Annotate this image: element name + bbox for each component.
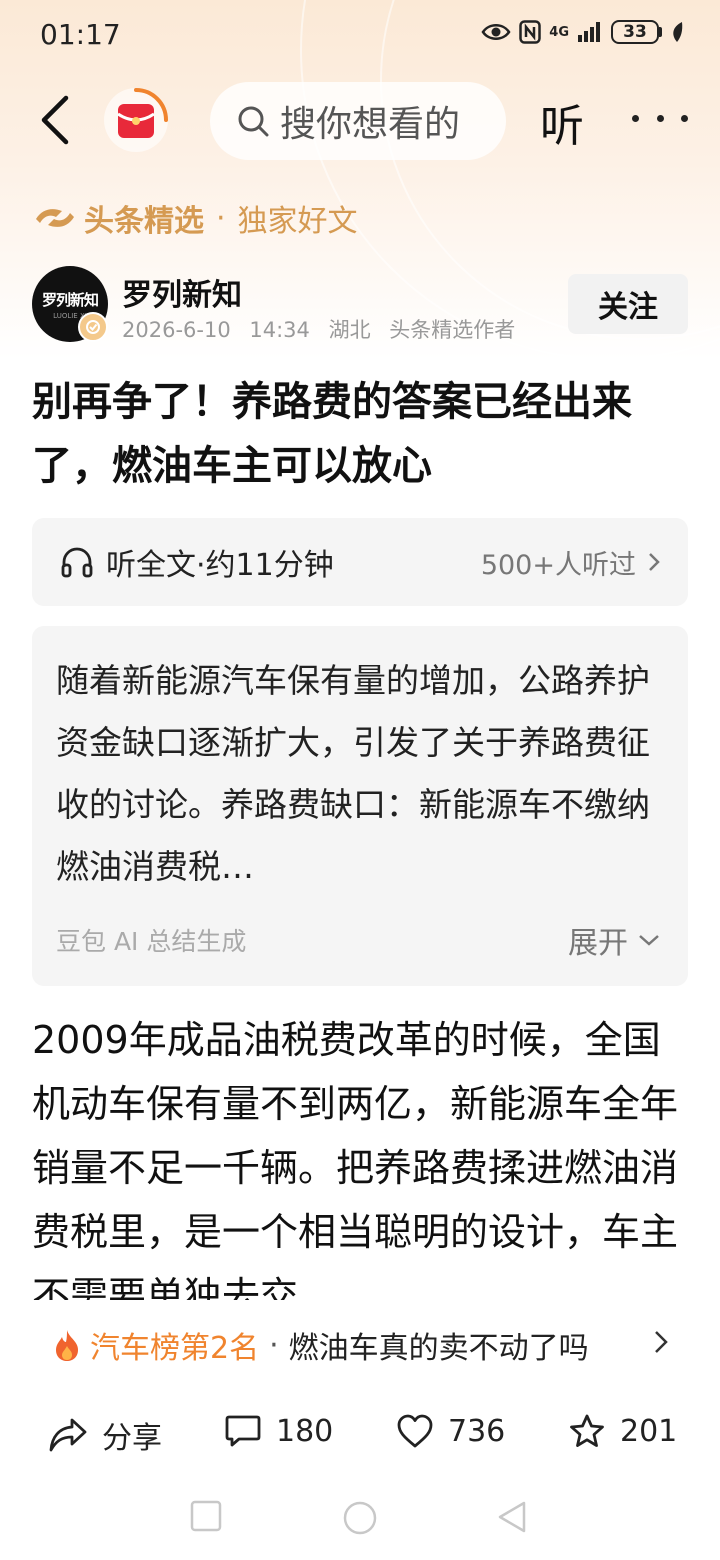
nfc-icon (519, 20, 542, 44)
like-count: 736 (448, 1413, 506, 1449)
toutiao-select-icon (36, 209, 74, 227)
ranking-separator: · (269, 1327, 279, 1363)
status-bar: 01:17 4G 33 (0, 0, 720, 70)
signal-icon (578, 22, 600, 42)
leaf-icon (673, 22, 683, 42)
summary-text: 随着新能源汽车保有量的增加，公路养护资金缺口逐渐扩大，引发了关于养路费征收的讨论… (56, 661, 650, 886)
chevron-right-icon (655, 1331, 668, 1353)
home-button[interactable] (342, 1500, 378, 1536)
listen-count-text: 500+人听过 (480, 549, 636, 581)
author-role: 头条精选作者 (389, 318, 516, 342)
listen-label: 听全文·约11分钟 (106, 548, 334, 583)
listen-full-text-card[interactable]: 听全文·约11分钟 500+人听过 (32, 518, 688, 606)
app-logo-button[interactable] (100, 84, 172, 156)
article-body: 2009年成品油税费改革的时候，全国机动车保有量不到两亿，新能源车全年销量不足一… (32, 1018, 679, 1300)
back-button[interactable] (30, 90, 80, 150)
comment-count: 180 (276, 1413, 334, 1449)
ranking-topic: 燃油车真的卖不动了吗 (288, 1331, 589, 1366)
eye-icon (481, 24, 511, 40)
headphones-icon (61, 547, 93, 578)
action-bar: 分享 180 736 201 (0, 1395, 720, 1475)
ranking-banner[interactable]: 汽车榜第2名 · 燃油车真的卖不动了吗 (0, 1300, 720, 1390)
star-icon (570, 1414, 604, 1447)
heart-icon (397, 1414, 433, 1448)
ranking-title: 汽车榜第2名 (90, 1331, 260, 1366)
red-packet-icon (104, 88, 168, 152)
location: 湖北 (328, 318, 371, 342)
share-button[interactable]: 分享 (48, 1413, 162, 1457)
channel-separator: · (216, 200, 226, 236)
listen-button[interactable]: 听 (540, 90, 584, 154)
status-time: 01:17 (40, 18, 121, 51)
status-icons: 4G 33 (481, 20, 684, 44)
publish-date: 2026-6-10 (122, 318, 231, 342)
chevron-left-icon (41, 95, 69, 145)
avatar-text: 罗列新知 (41, 290, 99, 309)
channel-brand: 头条精选 (84, 204, 204, 239)
channel-label[interactable]: 头条精选 · 独家好文 (32, 196, 358, 240)
nav-bar: 搜你想看的 听 (0, 80, 720, 160)
more-dot-icon (656, 114, 664, 122)
channel-subtitle: 独家好文 (237, 204, 358, 239)
more-button[interactable] (632, 98, 688, 138)
verified-badge-icon (78, 312, 108, 342)
favorite-count: 201 (620, 1413, 678, 1449)
article-title: 别再争了！养路费的答案已经出来了，燃油车主可以放心 (32, 379, 632, 489)
search-placeholder: 搜你想看的 (280, 104, 461, 145)
battery-indicator: 33 (611, 20, 662, 44)
chevron-down-icon (639, 935, 659, 946)
expand-label: 展开 (568, 926, 628, 961)
search-input[interactable]: 搜你想看的 (210, 82, 506, 160)
publish-time: 14:34 (249, 318, 310, 342)
favorite-button[interactable]: 201 (568, 1413, 677, 1449)
battery-level: 33 (611, 20, 659, 44)
listen-count: 500+人听过 (481, 543, 660, 582)
share-icon (49, 1418, 87, 1452)
system-navigation-bar (0, 1480, 720, 1560)
follow-button[interactable]: 关注 (568, 274, 688, 334)
like-button[interactable]: 736 (396, 1413, 505, 1449)
network-type: 4G (549, 24, 569, 40)
share-label: 分享 (102, 1421, 162, 1456)
ai-summary-card: 随着新能源汽车保有量的增加，公路养护资金缺口逐渐扩大，引发了关于养路费征收的讨论… (32, 626, 688, 986)
expand-summary-button[interactable]: 展开 (568, 918, 660, 962)
recent-apps-button[interactable] (190, 1500, 222, 1532)
comment-icon (225, 1415, 261, 1447)
more-dot-icon (681, 114, 688, 122)
author-header: 罗列新知 LUOLIE XI 罗列新知 2026-6-10 14:34 湖北 头… (32, 266, 688, 346)
author-name[interactable]: 罗列新知 (122, 270, 242, 314)
search-icon (238, 106, 269, 137)
author-meta: 2026-6-10 14:34 湖北 头条精选作者 (122, 314, 527, 344)
more-dot-icon (632, 114, 639, 122)
comment-button[interactable]: 180 (224, 1413, 333, 1449)
chevron-right-icon (649, 553, 660, 571)
back-nav-button[interactable] (496, 1500, 528, 1534)
fire-icon (56, 1330, 78, 1361)
summary-source: 豆包 AI 总结生成 (56, 927, 247, 956)
